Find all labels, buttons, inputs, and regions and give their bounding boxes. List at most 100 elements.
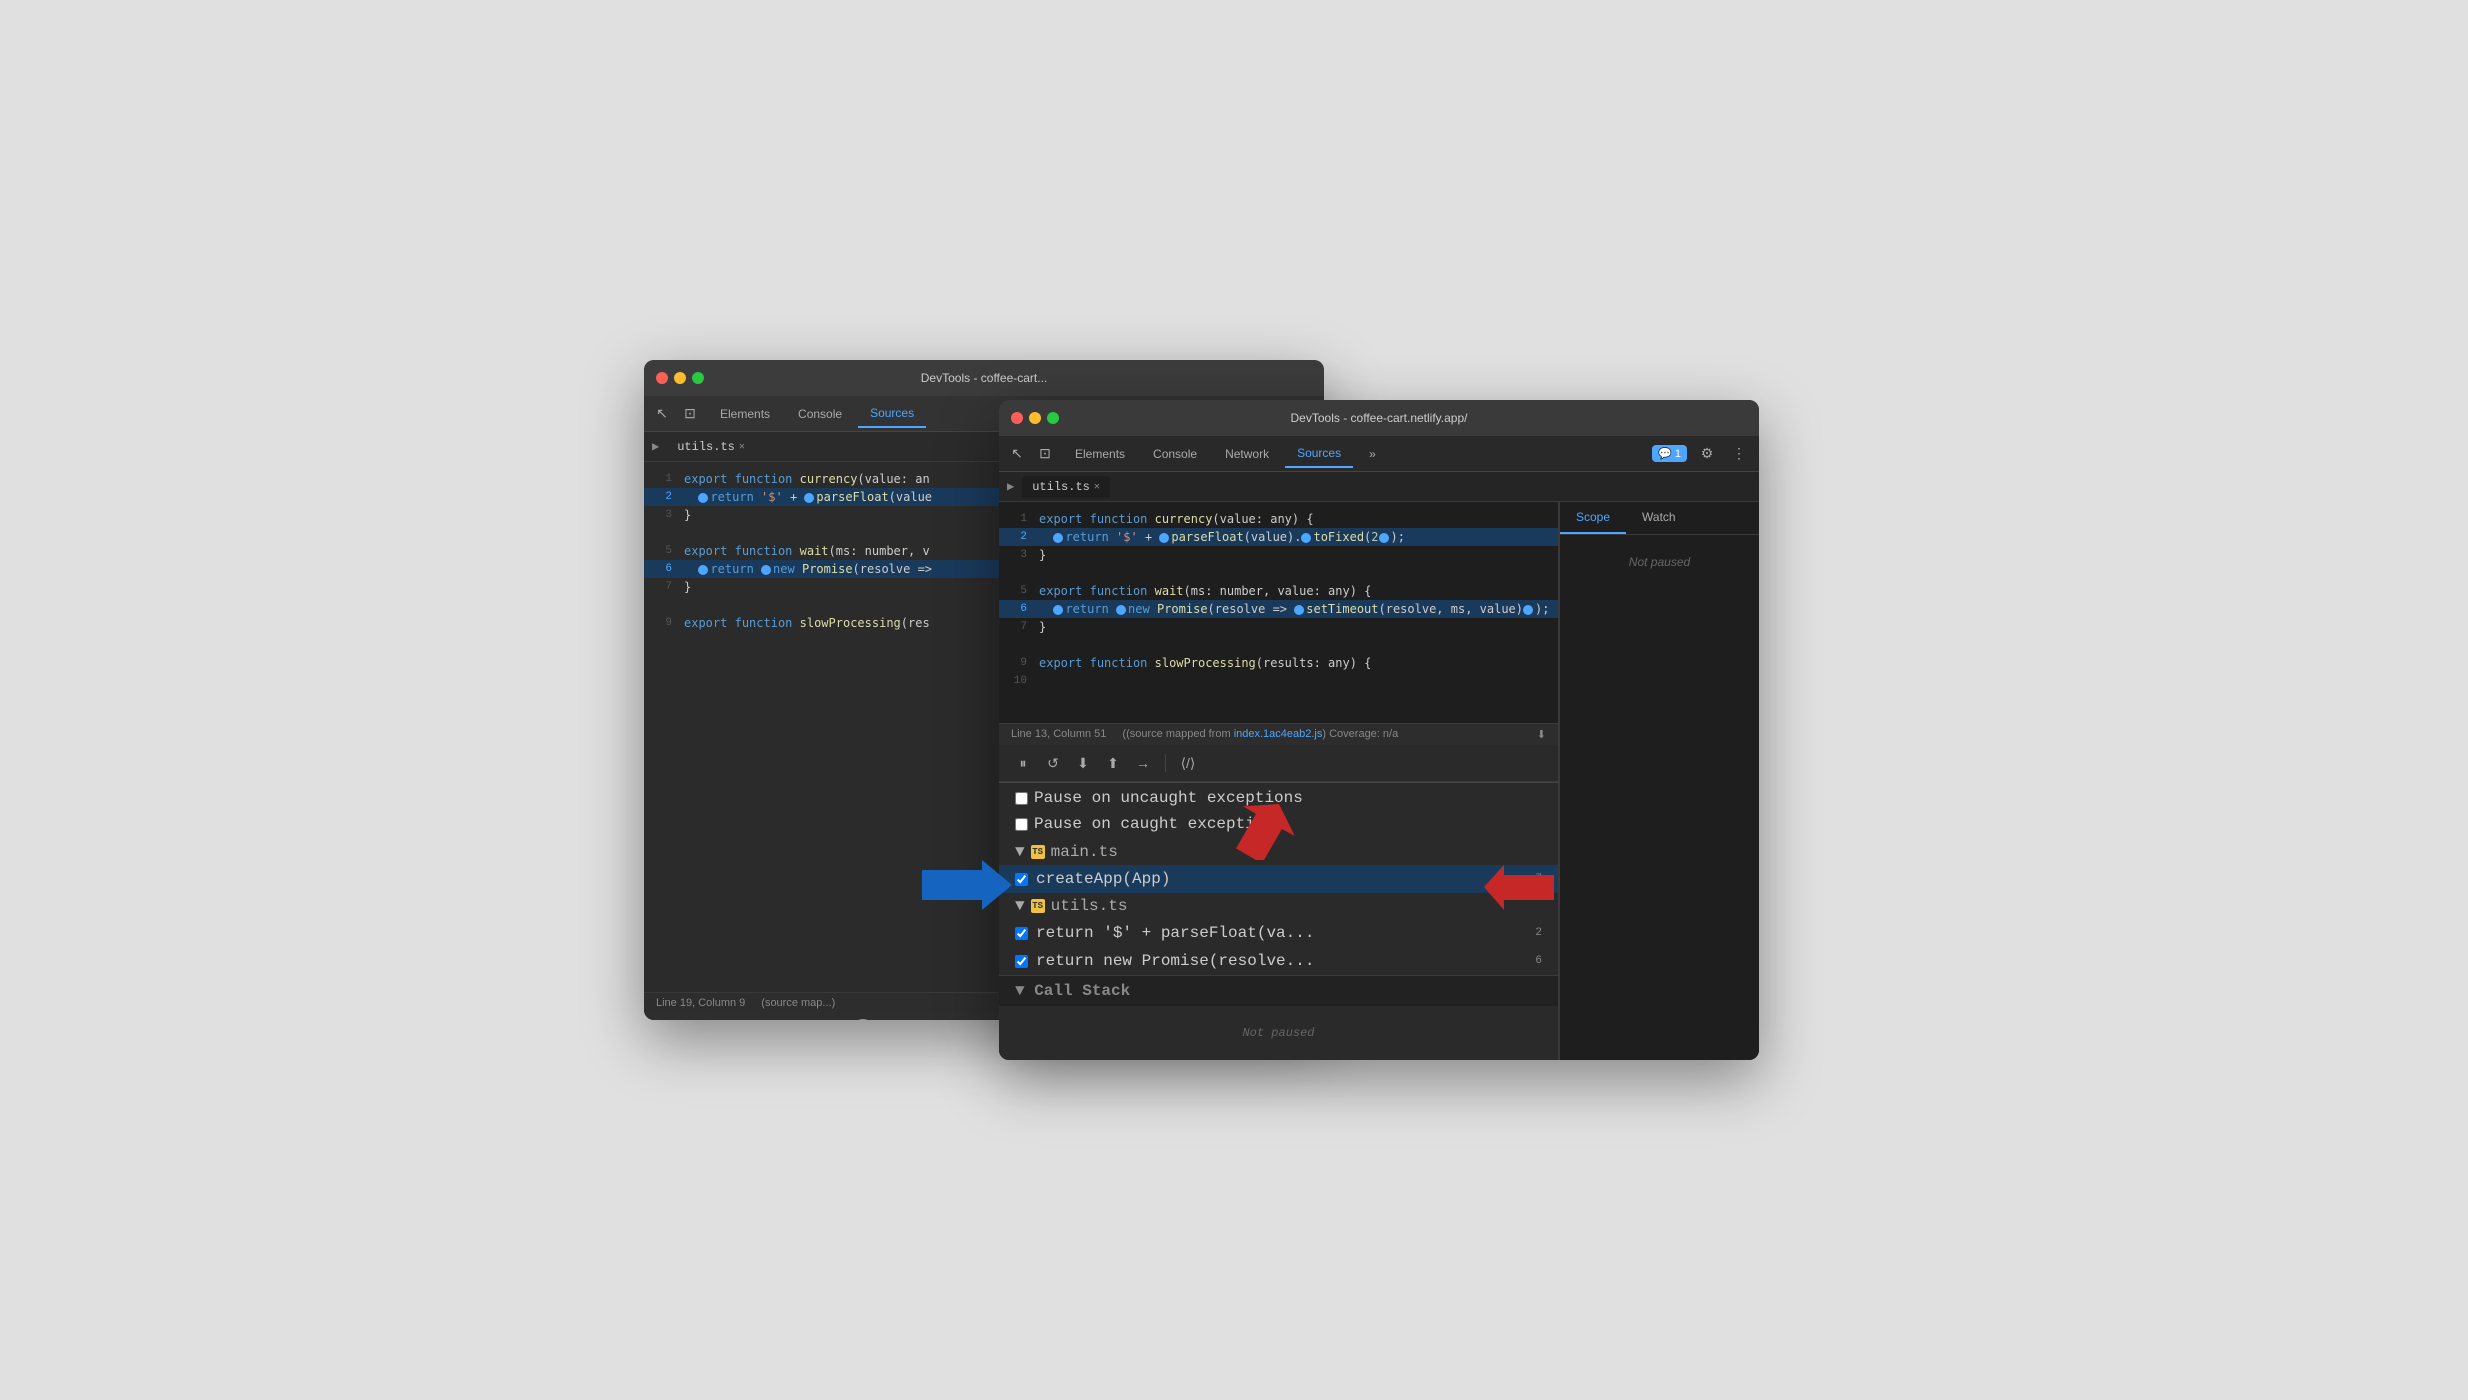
fg-main-ts-label: main.ts — [1051, 843, 1118, 861]
bg-traffic-lights — [656, 372, 704, 384]
bg-active-pause-btn[interactable]: ⏸ — [851, 1019, 875, 1020]
fg-bp-parsefloat-text: return '$' + parseFloat(va... — [1036, 924, 1314, 942]
fg-code-line-7: 7 } — [999, 618, 1558, 636]
bg-tab-console[interactable]: Console — [786, 401, 854, 427]
fg-scope-watch-tabs: Scope Watch — [1560, 502, 1759, 535]
bg-tab-sources[interactable]: Sources — [858, 400, 926, 428]
fg-code-panel: 1 export function currency(value: any) {… — [999, 502, 1559, 1060]
fg-dots-icon[interactable]: ⋮ — [1727, 442, 1751, 466]
fg-debug-toolbar: ⏸ ↺ ⬇ ⬆ → ⟨/⟩ — [999, 745, 1558, 782]
fg-file-tab-bar: ▶ utils.ts ✕ — [999, 472, 1759, 502]
fg-messages-badge[interactable]: 💬 1 — [1652, 445, 1687, 462]
fg-tab-more[interactable]: » — [1357, 441, 1388, 467]
fg-badge-count: 1 — [1675, 448, 1681, 460]
fg-code-line-8 — [999, 636, 1558, 654]
fg-scope-tab[interactable]: Scope — [1560, 502, 1626, 534]
fg-utils-ts-icon: TS — [1031, 899, 1045, 913]
fg-utils-ts-label: utils.ts — [1051, 897, 1128, 915]
fg-code-line-4 — [999, 564, 1558, 582]
fg-bp-parsefloat-line: 2 — [1535, 927, 1542, 939]
bg-step-back-btn[interactable]: ↺ — [686, 1019, 710, 1020]
fg-traffic-lights — [1011, 412, 1059, 424]
fg-file-tab[interactable]: utils.ts ✕ — [1022, 476, 1110, 498]
bg-status-position: Line 19, Column 9 — [656, 997, 745, 1009]
fg-callstack-chevron: ▼ — [1015, 982, 1034, 1000]
fg-status-position: Line 13, Column 51 — [1011, 728, 1106, 741]
fg-code-line-9: 9 export function slowProcessing(results… — [999, 654, 1558, 672]
bg-close-button[interactable] — [656, 372, 668, 384]
bg-file-tab[interactable]: utils.ts ✕ — [667, 436, 755, 458]
fg-play-icon: ▶ — [1007, 479, 1014, 494]
bg-file-tab-name: utils.ts — [677, 440, 735, 454]
bg-pause-btn[interactable]: ⏸ — [656, 1019, 680, 1020]
fg-pause-uncaught-label: Pause on uncaught exceptions — [1034, 789, 1303, 807]
fg-code-line-6: 6 return new Promise(resolve => setTimeo… — [999, 600, 1558, 618]
fg-bp-promise[interactable]: return new Promise(resolve... 6 — [999, 947, 1558, 975]
fg-right-panel: Scope Watch Not paused — [1559, 502, 1759, 1060]
bg-minimize-button[interactable] — [674, 372, 686, 384]
bg-tab-elements[interactable]: Elements — [708, 401, 782, 427]
fg-bp-parsefloat-checkbox[interactable] — [1015, 927, 1028, 940]
fg-step-btn[interactable]: → — [1131, 751, 1155, 775]
bg-step-btn[interactable]: → — [776, 1019, 800, 1020]
fg-pause-btn[interactable]: ⏸ — [1011, 751, 1035, 775]
fg-step-back-btn[interactable]: ↺ — [1041, 751, 1065, 775]
fg-code-line-3: 3 } — [999, 546, 1558, 564]
fg-utils-ts-group: ▼ TS utils.ts — [999, 893, 1558, 919]
fg-step-over-btn[interactable]: ⬇ — [1071, 751, 1095, 775]
fg-tab-elements[interactable]: Elements — [1063, 441, 1137, 467]
fg-bp-promise-line: 6 — [1535, 955, 1542, 967]
bg-deactivate-btn[interactable]: ⟨/⟩ — [821, 1019, 845, 1020]
fg-bp-promise-checkbox[interactable] — [1015, 955, 1028, 968]
fg-code-line-2: 2 return '$' + parseFloat(value).toFixed… — [999, 528, 1558, 546]
fg-scope-not-paused: Not paused — [1560, 535, 1759, 589]
fg-breakpoints-area: Pause on uncaught exceptions Pause on ca… — [999, 782, 1558, 1060]
fg-gear-icon[interactable]: ⚙ — [1695, 442, 1719, 466]
fg-tab-console[interactable]: Console — [1141, 441, 1209, 467]
bg-inspect-icon[interactable]: ⊡ — [680, 404, 700, 424]
fg-pause-caught-checkbox[interactable] — [1015, 818, 1028, 831]
fg-maximize-button[interactable] — [1047, 412, 1059, 424]
bg-window-title: DevTools - coffee-cart... — [921, 371, 1048, 385]
fg-badge-icon: 💬 — [1658, 447, 1672, 460]
fg-title-bar: DevTools - coffee-cart.netlify.app/ — [999, 400, 1759, 436]
fg-tab-sources[interactable]: Sources — [1285, 440, 1353, 468]
fg-main-ts-chevron: ▼ — [1015, 843, 1025, 861]
bg-file-tab-close[interactable]: ✕ — [739, 441, 745, 453]
fg-inspect-icon[interactable]: ⊡ — [1035, 444, 1055, 464]
fg-tab-network[interactable]: Network — [1213, 441, 1281, 467]
bg-step-over-btn[interactable]: ⬇ — [716, 1019, 740, 1020]
fg-main-layout: 1 export function currency(value: any) {… — [999, 502, 1759, 1060]
fg-code-area: 1 export function currency(value: any) {… — [999, 502, 1558, 723]
bg-maximize-button[interactable] — [692, 372, 704, 384]
fg-step-out-btn[interactable]: ⬆ — [1101, 751, 1125, 775]
fg-bp-createapp[interactable]: createApp(App) 7 — [999, 865, 1558, 893]
fg-download-icon[interactable]: ⬇ — [1537, 728, 1546, 741]
fg-bp-createapp-checkbox[interactable] — [1015, 873, 1028, 886]
bg-play-icon: ▶ — [652, 439, 659, 454]
bg-cursor-icon[interactable]: ↖ — [652, 404, 672, 424]
fg-cursor-icon[interactable]: ↖ — [1007, 444, 1027, 464]
fg-pause-uncaught-checkbox[interactable] — [1015, 792, 1028, 805]
fg-status-mapped: ((source mapped from index.1ac4eab2.js) … — [1122, 728, 1398, 741]
fg-status-bar: Line 13, Column 51 ((source mapped from … — [999, 723, 1558, 745]
fg-bp-createapp-line: 7 — [1535, 873, 1542, 885]
fg-file-tab-close[interactable]: ✕ — [1094, 481, 1100, 493]
fg-status-link[interactable]: index.1ac4eab2.js — [1234, 728, 1323, 740]
bg-title-bar: DevTools - coffee-cart... — [644, 360, 1324, 396]
fg-coverage: Coverage: n/a — [1329, 728, 1398, 740]
fg-toolbar-sep — [1165, 754, 1166, 772]
fg-callstack-header: ▼ Call Stack — [999, 975, 1558, 1006]
fg-bp-createapp-text: createApp(App) — [1036, 870, 1170, 888]
fg-pause-caught-label: Pause on caught exceptions — [1034, 815, 1284, 833]
bg-step-out-btn[interactable]: ⬆ — [746, 1019, 770, 1020]
fg-not-paused: Not paused — [999, 1006, 1558, 1060]
fg-deactivate-btn[interactable]: ⟨/⟩ — [1176, 751, 1200, 775]
fg-minimize-button[interactable] — [1029, 412, 1041, 424]
fg-tab-bar: ↖ ⊡ Elements Console Network Sources » 💬… — [999, 436, 1759, 472]
fg-main-ts-group: ▼ TS main.ts — [999, 839, 1558, 865]
fg-bp-parsefloat[interactable]: return '$' + parseFloat(va... 2 — [999, 919, 1558, 947]
fg-watch-tab[interactable]: Watch — [1626, 502, 1692, 534]
fg-pause-caught-row: Pause on caught exceptions — [999, 813, 1558, 839]
fg-close-button[interactable] — [1011, 412, 1023, 424]
